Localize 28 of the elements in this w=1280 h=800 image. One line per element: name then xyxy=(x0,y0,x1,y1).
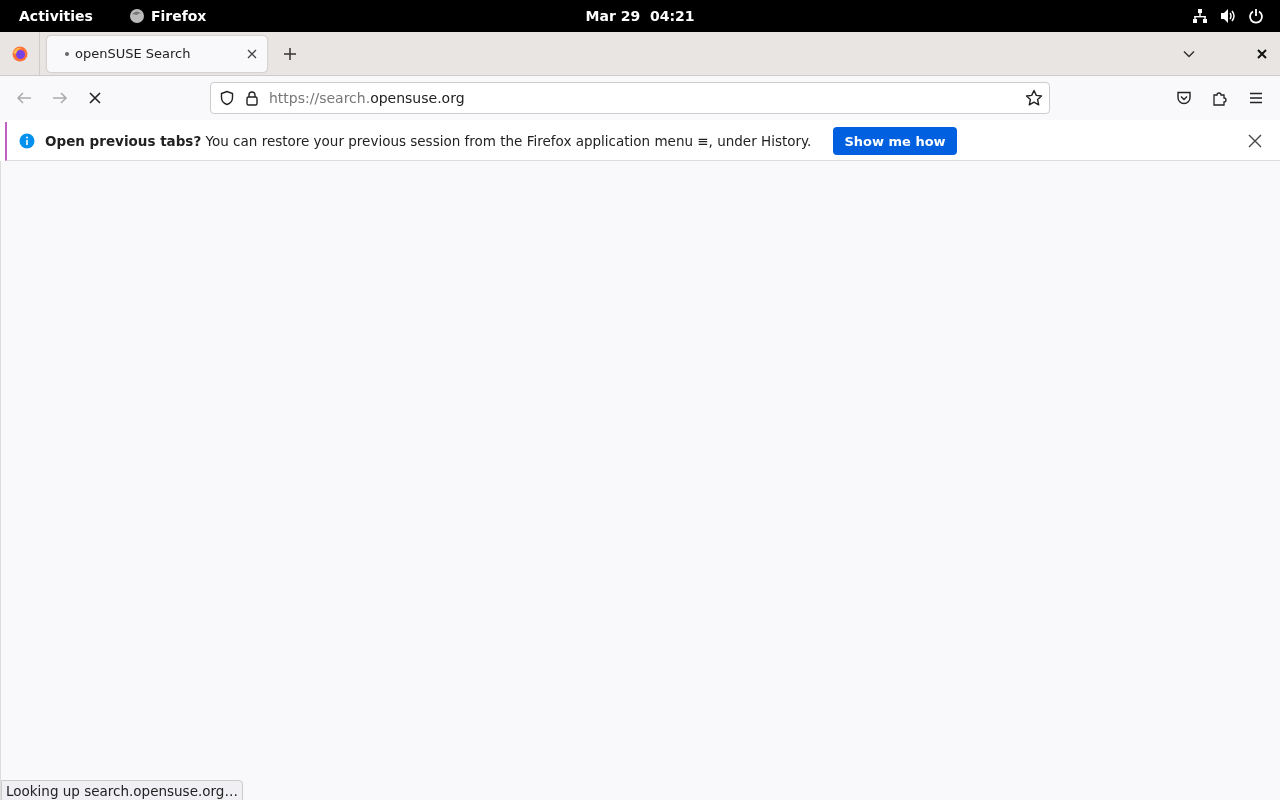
status-text: Looking up search.opensuse.org… xyxy=(1,780,243,800)
browser-tab[interactable]: openSUSE Search xyxy=(47,35,267,72)
puzzle-piece-icon[interactable] xyxy=(1212,90,1228,106)
close-icon[interactable] xyxy=(1256,47,1268,60)
power-icon[interactable] xyxy=(1248,8,1264,24)
firefox-icon xyxy=(128,8,145,24)
app-menu-label[interactable]: Firefox xyxy=(150,8,207,24)
volume-icon[interactable] xyxy=(1220,8,1236,24)
url-text: https://search.opensuse.org xyxy=(269,90,465,106)
activities-button[interactable]: Activities xyxy=(19,8,93,24)
info-icon xyxy=(19,133,35,149)
notification-message: Open previous tabs? You can restore your previous session from the Firefox application menu ≡, under History. xyxy=(45,133,812,149)
stop-icon[interactable] xyxy=(88,91,102,105)
loading-dot-icon xyxy=(65,51,69,56)
tab-title: openSUSE Search xyxy=(75,46,191,61)
firefox-logo-icon[interactable] xyxy=(11,45,28,62)
lock-icon[interactable] xyxy=(245,90,259,106)
shield-icon[interactable] xyxy=(219,90,235,106)
new-tab-icon[interactable] xyxy=(283,46,297,61)
close-tab-icon[interactable] xyxy=(247,48,257,59)
clock[interactable]: Mar 29 04:21 xyxy=(585,8,695,24)
show-me-how-button[interactable]: Show me how xyxy=(833,127,957,155)
close-icon[interactable] xyxy=(1248,134,1262,148)
network-icon[interactable] xyxy=(1192,8,1208,24)
menu-icon[interactable] xyxy=(1248,90,1264,106)
pocket-icon[interactable] xyxy=(1176,90,1192,106)
star-icon[interactable] xyxy=(1025,89,1043,107)
address-bar[interactable]: https://search.opensuse.org xyxy=(210,82,1050,114)
